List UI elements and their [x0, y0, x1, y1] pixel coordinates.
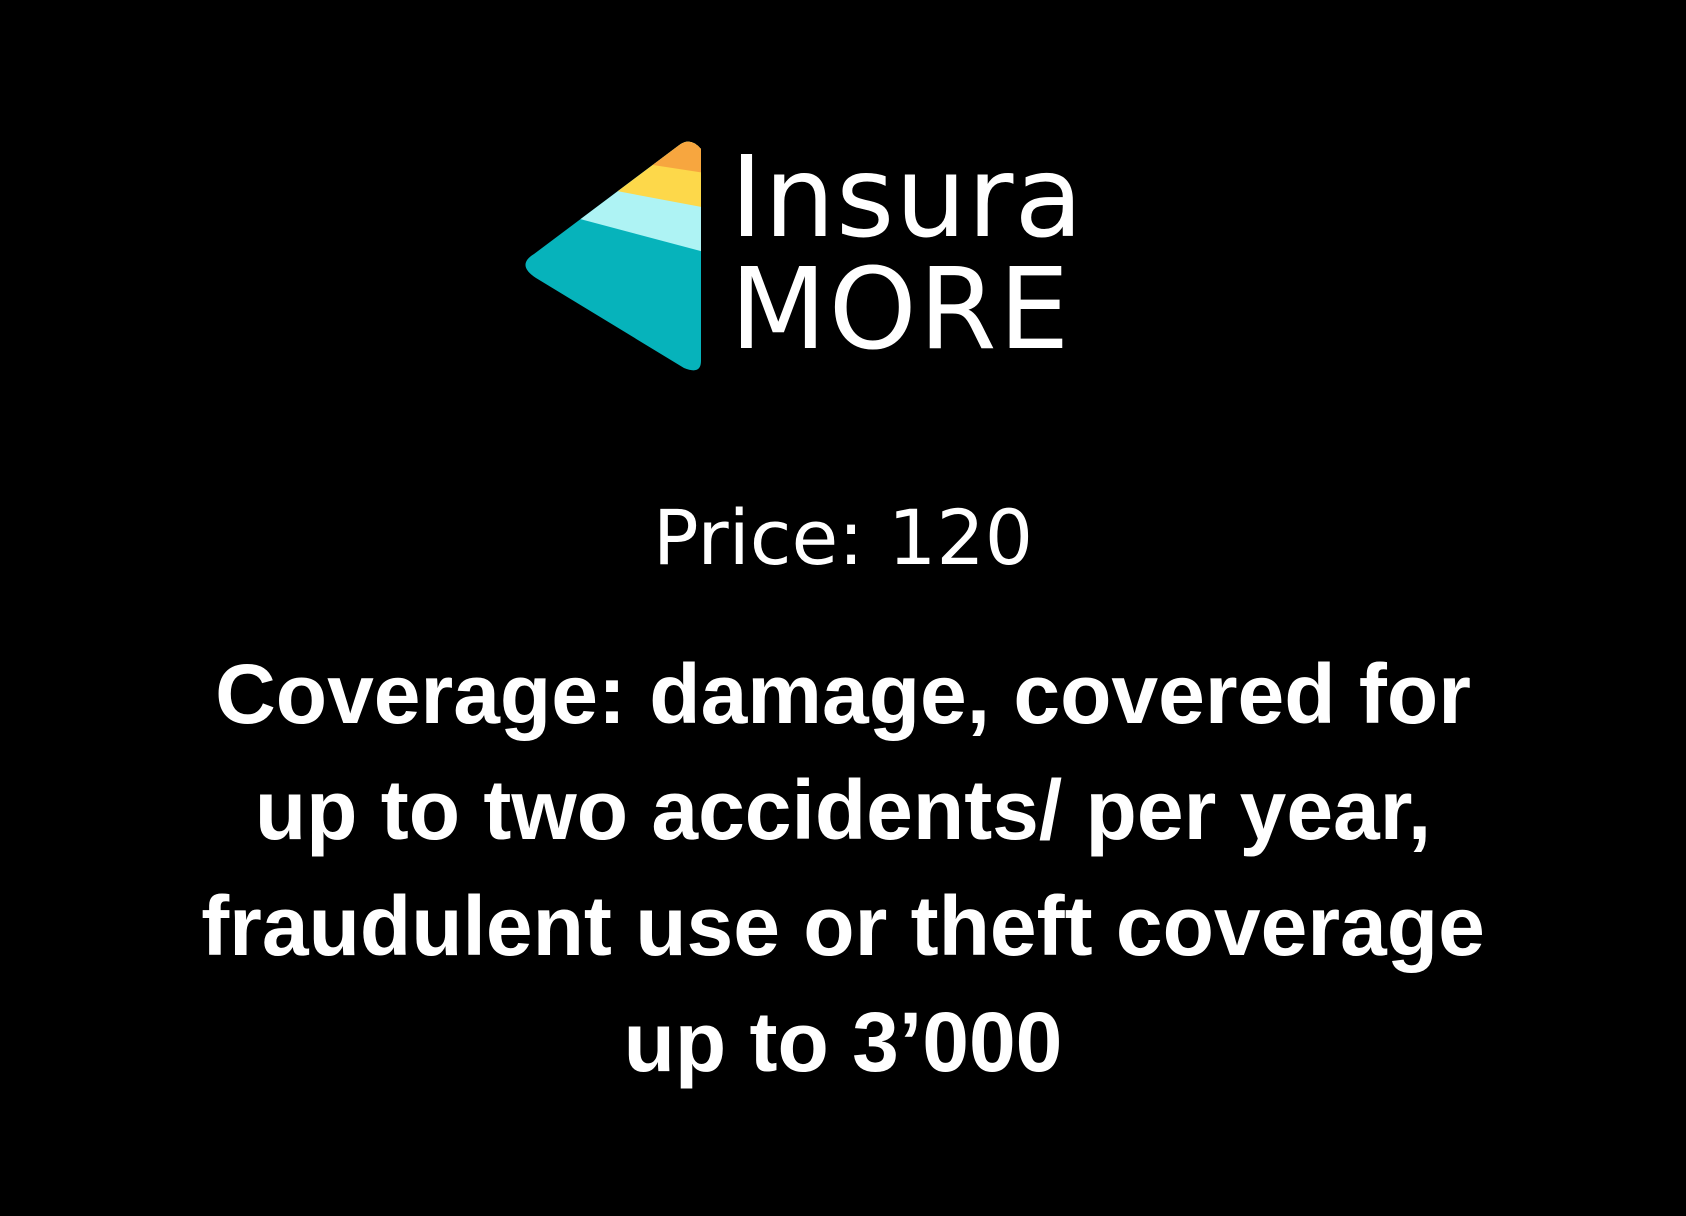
logo-wordmark-line-2: MORE [730, 245, 1072, 375]
coverage-line-3: fraudulent use or theft coverage [201, 879, 1485, 973]
price-text: Price: 120 [652, 493, 1034, 582]
logo-wordmark-line-1: Insura [730, 133, 1085, 263]
insuramore-logo-mark [525, 141, 702, 371]
insuramore-wordmark: Insura MORE [730, 136, 1150, 376]
coverage-line-2: up to two accidents/ per year, [254, 763, 1432, 857]
insurance-offer-card: Insura MORE Price: 120 Coverage: damage,… [0, 0, 1686, 1216]
coverage-line-4: up to 3’000 [623, 995, 1063, 1089]
coverage-description: Coverage: damage, covered for up to two … [100, 636, 1586, 1100]
coverage-line-1: Coverage: damage, covered for [215, 647, 1471, 741]
insuramore-logo: Insura MORE [516, 136, 1156, 376]
